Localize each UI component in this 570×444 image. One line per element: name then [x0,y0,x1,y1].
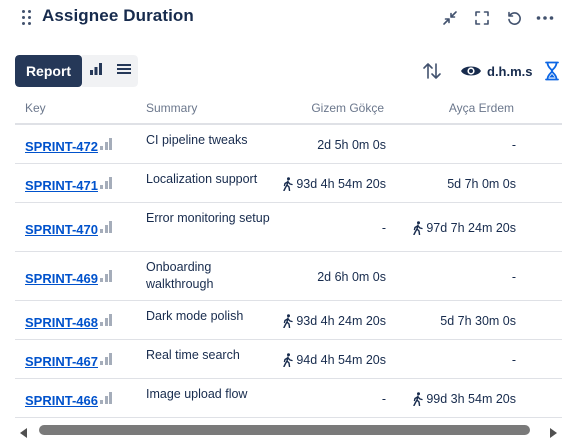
issue-key-link[interactable]: SPRINT-468 [25,315,98,330]
assignee-1-duration: - [382,392,386,406]
column-header-assignee-1[interactable]: Gizem Gökçe [311,101,384,115]
assignee-1-duration: 94d 4h 54m 20s [282,353,386,368]
issue-key-link[interactable]: SPRINT-471 [25,178,98,193]
duration-table: Key Summary Gizem Gökçe Ayça Erdem SPRIN… [15,90,562,418]
bar-chart-icon[interactable] [100,270,114,282]
duration-value: 5d 7h 0m 0s [447,177,516,191]
assignee-2-duration: - [512,270,516,284]
issue-summary: Localization support [146,172,258,186]
column-header-key[interactable]: Key [25,101,46,115]
issue-summary: Onboarding walkthrough [146,260,214,291]
issue-key-link[interactable]: SPRINT-470 [25,222,98,237]
issue-summary: CI pipeline tweaks [146,133,248,147]
assignee-2-duration: - [512,353,516,367]
list-view-button[interactable] [110,55,138,87]
walking-person-icon [282,314,294,329]
hourglass-icon[interactable] [542,60,562,82]
assignee-2-duration: 99d 3h 54m 20s [412,392,516,407]
table-row: SPRINT-466 Image upload flow - 99d 3h 54m 2… [15,379,562,418]
widget-title: Assignee Duration [42,6,194,25]
view-toggle-group: Report [15,55,138,87]
table-row: SPRINT-468 Dark mode polish 93d 4h 24m 20s… [15,301,562,340]
bar-chart-icon[interactable] [100,221,114,233]
scroll-left-icon[interactable] [19,425,29,438]
assignee-1-duration: - [382,221,386,235]
bar-chart-icon[interactable] [100,392,114,404]
bar-chart-icon[interactable] [100,353,114,365]
issue-summary: Image upload flow [146,387,248,401]
duration-value: 93d 4h 24m 20s [296,314,386,328]
duration-value: - [511,270,516,284]
drag-handle-icon[interactable] [22,10,34,26]
column-header-summary[interactable]: Summary [146,101,197,115]
duration-value: 99d 3h 54m 20s [426,392,516,406]
more-icon[interactable] [535,8,555,28]
issue-summary: Error monitoring setup [146,211,270,225]
collapse-icon[interactable] [440,8,460,28]
assignee-2-duration: 5d 7h 0m 0s [447,177,516,191]
table-row: SPRINT-470 Error monitoring setup - 97d 7h … [15,203,562,252]
walking-person-icon [282,353,294,368]
walking-person-icon [412,392,424,407]
expand-icon[interactable] [472,8,492,28]
table-body: SPRINT-472 CI pipeline tweaks 2d 5h 0m 0s -… [15,125,562,418]
column-header-assignee-2[interactable]: Ayça Erdem [449,101,514,115]
assignee-1-duration: 93d 4h 54m 20s [282,177,386,192]
report-button[interactable]: Report [15,55,82,87]
assignee-2-duration: 5d 7h 30m 0s [440,314,516,328]
assignee-1-duration: 2d 5h 0m 0s [317,138,386,152]
duration-value: 94d 4h 54m 20s [296,353,386,367]
issue-key-link[interactable]: SPRINT-467 [25,354,98,369]
assignee-2-duration: 97d 7h 24m 20s [412,221,516,236]
assignee-1-duration: 93d 4h 24m 20s [282,314,386,329]
duration-value: 93d 4h 54m 20s [296,177,386,191]
refresh-icon[interactable] [504,8,524,28]
table-row: SPRINT-472 CI pipeline tweaks 2d 5h 0m 0s - [15,125,562,164]
walking-person-icon [412,221,424,236]
duration-value: - [381,221,386,235]
bar-chart-icon[interactable] [100,138,114,150]
widget-header: Assignee Duration [0,0,570,36]
table-header: Key Summary Gizem Gökçe Ayça Erdem [15,90,562,125]
bar-chart-icon[interactable] [100,177,114,189]
duration-format-label[interactable]: d.h.m.s [487,64,533,79]
assignee-2-duration: - [512,138,516,152]
table-row: SPRINT-467 Real time search 94d 4h 54m 20s… [15,340,562,379]
bar-chart-icon [89,62,103,81]
eye-icon[interactable] [459,61,483,81]
walking-person-icon [282,177,294,192]
assignee-1-duration: 2d 6h 0m 0s [317,270,386,284]
horizontal-scrollbar[interactable] [15,421,562,439]
duration-value: 5d 7h 30m 0s [440,314,516,328]
duration-value: - [381,392,386,406]
sort-arrows-icon[interactable] [421,60,443,82]
issue-summary: Dark mode polish [146,309,244,323]
list-icon [117,62,131,80]
table-row: SPRINT-471 Localization support 93d 4h 54m… [15,164,562,203]
duration-value: - [511,353,516,367]
issue-key-link[interactable]: SPRINT-466 [25,393,98,408]
table-row: SPRINT-469 Onboarding walkthrough 2d 6h 0m… [15,252,562,301]
issue-key-link[interactable]: SPRINT-472 [25,139,98,154]
bar-chart-icon[interactable] [100,314,114,326]
duration-value: 97d 7h 24m 20s [426,221,516,235]
duration-value: 2d 6h 0m 0s [317,270,386,284]
chart-view-button[interactable] [82,55,110,87]
duration-value: - [511,138,516,152]
issue-summary: Real time search [146,348,240,362]
issue-key-link[interactable]: SPRINT-469 [25,271,98,286]
scroll-right-icon[interactable] [548,425,558,438]
duration-value: 2d 5h 0m 0s [317,138,386,152]
scrollbar-thumb[interactable] [39,425,530,435]
